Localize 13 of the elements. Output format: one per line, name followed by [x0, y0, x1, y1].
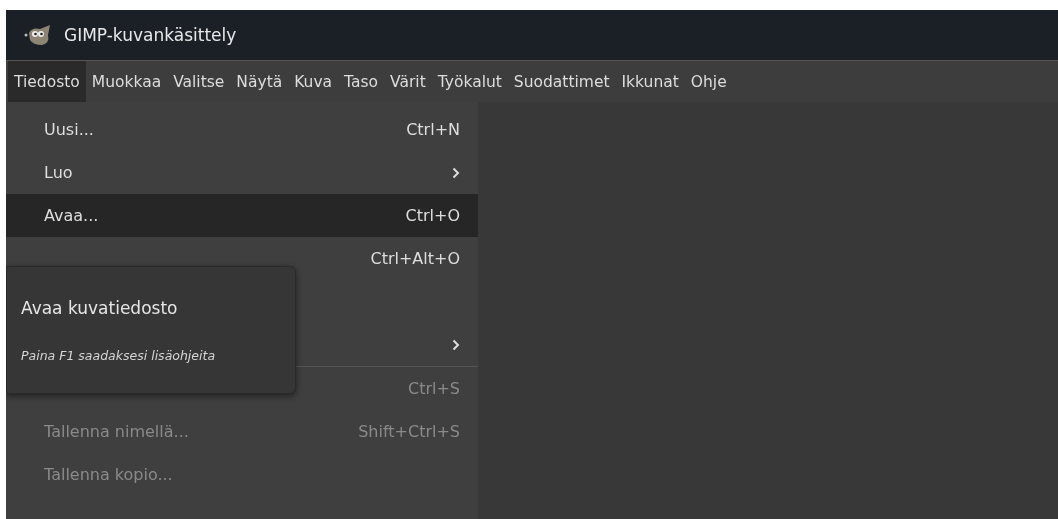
menu-item-label: Avaa...	[44, 206, 99, 225]
window-title: GIMP-kuvankäsittely	[64, 25, 237, 45]
menu-item-label: Tallenna kopio...	[44, 465, 173, 484]
menu-item-label: Uusi...	[44, 120, 94, 139]
tooltip-title: Avaa kuvatiedosto	[21, 297, 179, 318]
shortcut-label: Shift+Ctrl+S	[358, 422, 460, 441]
shortcut-label: Ctrl+S	[407, 379, 460, 398]
menu-item-label: Luo	[44, 163, 73, 182]
shortcut-label: Ctrl+O	[405, 206, 460, 225]
tooltip-hint: Paina F1 saadaksesi lisäohjeita	[21, 347, 217, 363]
menu-item-label: Tallenna nimellä...	[44, 422, 189, 441]
shortcut-label: Ctrl+Alt+O	[370, 249, 460, 268]
shortcut-label: Ctrl+N	[406, 120, 460, 139]
